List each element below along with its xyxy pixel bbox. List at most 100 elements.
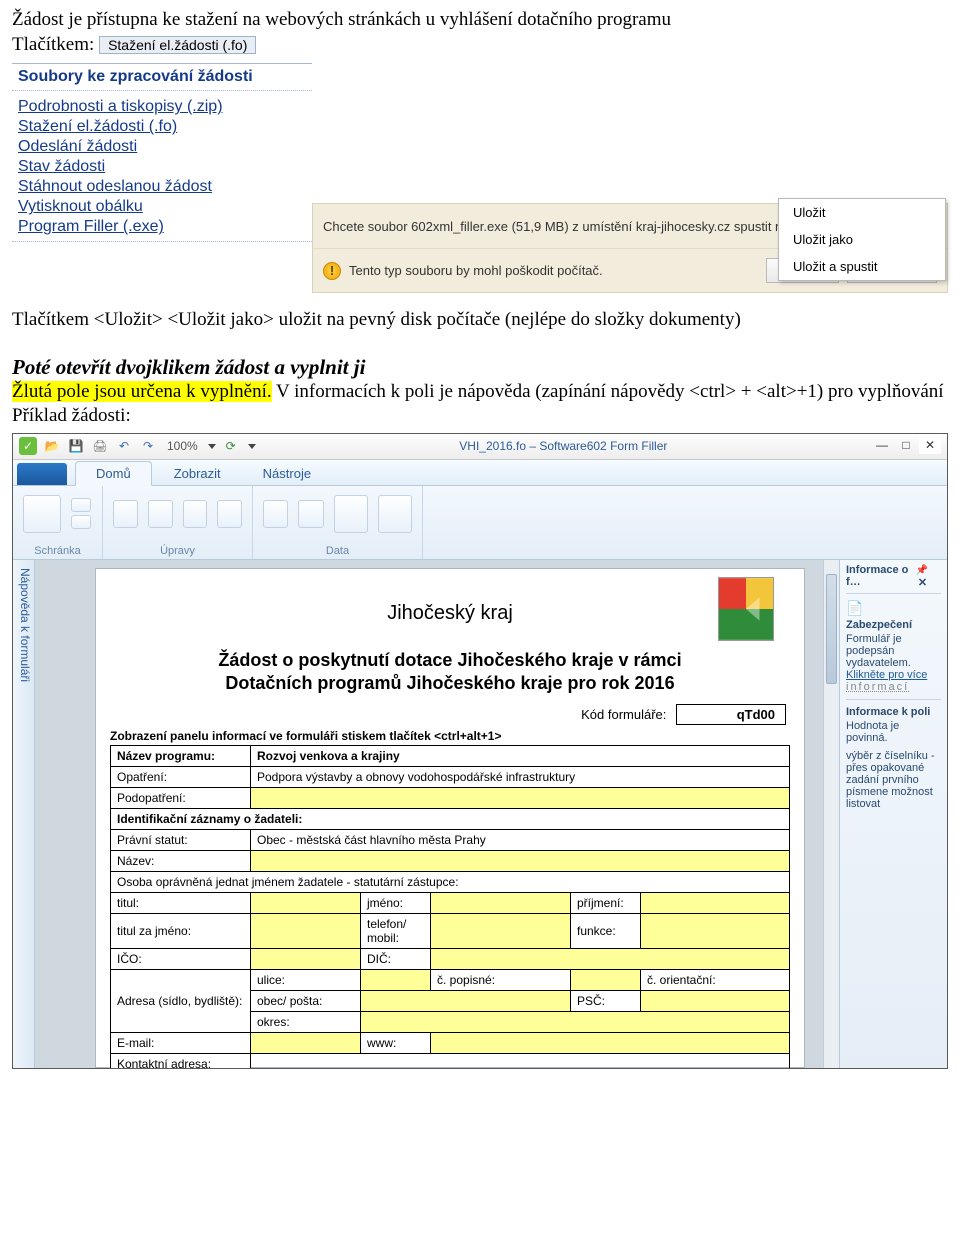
zoom-value[interactable]: 100% — [167, 439, 198, 453]
info-panel-title: Informace o f… — [846, 564, 916, 588]
val-opatreni: Podpora výstavby a obnovy vodohospodářsk… — [251, 766, 790, 787]
lbl-ico: IČO: — [111, 948, 251, 969]
field-okres[interactable] — [361, 1011, 790, 1032]
table-row: E-mail: www: — [111, 1032, 790, 1053]
field-jmeno[interactable] — [431, 892, 571, 913]
zoom-caret-icon[interactable] — [208, 444, 216, 449]
field-info-hint: výběr z číselníku - přes opakované zadán… — [846, 750, 941, 810]
group-clipboard-label: Schránka — [23, 545, 92, 557]
panel-close-icon[interactable]: ✕ — [916, 577, 929, 589]
form-filler-window: ✓ 📂 💾 🖨 ↶ ↷ 100% ⟳ VHI_2016.fo – Softwar… — [12, 433, 948, 1069]
find-icon[interactable] — [113, 500, 138, 528]
field-ico[interactable] — [251, 948, 361, 969]
spellcheck-icon[interactable] — [217, 500, 242, 528]
lbl-www: www: — [361, 1032, 431, 1053]
field-www[interactable] — [431, 1032, 790, 1053]
paste-icon[interactable] — [23, 495, 61, 533]
validate-icon[interactable] — [378, 495, 412, 533]
download-bar-warning: Tento typ souboru by mohl poškodit počít… — [349, 263, 758, 278]
field-funkce[interactable] — [641, 913, 790, 948]
form-table: Název programu:Rozvoj venkova a krajiny … — [110, 745, 790, 1068]
field-kontakt[interactable] — [251, 1053, 790, 1068]
lbl-psc: PSČ: — [571, 990, 641, 1011]
qat-print-icon[interactable]: 🖨 — [91, 437, 109, 455]
document-viewport[interactable]: Jihočeský kraj Žádost o — [35, 560, 823, 1068]
lbl-dic: DIČ: — [361, 948, 431, 969]
window-minimize-button[interactable]: — — [871, 438, 893, 454]
lbl-email: E-mail: — [111, 1032, 251, 1053]
cut-icon[interactable] — [71, 498, 91, 512]
section-identifikace: Identifikační záznamy o žadateli: — [111, 808, 790, 829]
security-more-dots: informací — [846, 681, 941, 693]
link-stav[interactable]: Stav žádosti — [18, 157, 306, 177]
data-receive-icon[interactable] — [298, 500, 323, 528]
field-cpopisne[interactable] — [571, 969, 641, 990]
qat-save-icon[interactable]: 💾 — [67, 437, 85, 455]
qat-open-icon[interactable]: 📂 — [43, 437, 61, 455]
copy-icon[interactable] — [71, 515, 91, 529]
field-psc[interactable] — [641, 990, 790, 1011]
field-ulice[interactable] — [361, 969, 431, 990]
link-podrobnosti[interactable]: Podrobnosti a tiskopisy (.zip) — [18, 97, 306, 117]
window-maximize-button[interactable]: □ — [895, 438, 917, 454]
select-icon[interactable] — [183, 500, 208, 528]
link-program-filler[interactable]: Program Filler (.exe) — [18, 217, 306, 237]
field-prijmeni[interactable] — [641, 892, 790, 913]
link-vytisknout-obalku[interactable]: Vytisknout obálku — [18, 197, 306, 217]
replace-icon[interactable] — [148, 500, 173, 528]
save-menu-ulozit[interactable]: Uložit — [779, 199, 945, 226]
window-close-button[interactable]: ✕ — [919, 438, 941, 454]
tab-zobrazit[interactable]: Zobrazit — [154, 462, 241, 485]
data-send-icon[interactable] — [263, 500, 288, 528]
pin-icon[interactable]: 📌 — [916, 565, 928, 576]
security-heading: Zabezpečení — [846, 619, 941, 631]
field-obec[interactable] — [361, 990, 571, 1011]
field-nazev[interactable] — [251, 850, 790, 871]
val-pravni-statut: Obec - městská část hlavního města Prahy — [251, 829, 790, 850]
form-panel-hint: Zobrazení panelu informací ve formuláři … — [110, 729, 790, 743]
save-menu-ulozit-spustit[interactable]: Uložit a spustit — [779, 253, 945, 280]
field-info-required: Hodnota je povinná. — [846, 720, 941, 744]
table-row: Kontaktní adresa: — [111, 1053, 790, 1068]
lbl-jmeno: jméno: — [361, 892, 431, 913]
table-row: IČO: DIČ: — [111, 948, 790, 969]
field-telefon[interactable] — [431, 913, 571, 948]
lbl-corientacni: č. orientační: — [641, 969, 790, 990]
field-dic[interactable] — [431, 948, 790, 969]
table-row: Název programu:Rozvoj venkova a krajiny — [111, 745, 790, 766]
link-stazeni-fo[interactable]: Stažení el.žádosti (.fo) — [18, 117, 306, 137]
sidebar-help-tab[interactable]: Nápověda k formuláři — [13, 560, 35, 1068]
vertical-scrollbar[interactable] — [823, 560, 839, 1068]
qat-more-caret-icon[interactable] — [248, 444, 256, 449]
link-stahnout-odeslanou[interactable]: Stáhnout odeslanou žádost — [18, 177, 306, 197]
save-menu-ulozit-jako[interactable]: Uložit jako — [779, 226, 945, 253]
security-more-link[interactable]: Klikněte pro více — [846, 669, 941, 681]
file-tab[interactable] — [17, 463, 67, 485]
lbl-podopatreni: Podopatření: — [111, 787, 251, 808]
inline-download-button-label: Stažení el.žádosti (.fo) — [99, 36, 256, 54]
qat-refresh-icon[interactable]: ⟳ — [222, 437, 240, 455]
form-code-label: Kód formuláře: — [581, 707, 666, 722]
lbl-cpopisne: č. popisné: — [431, 969, 571, 990]
scroll-thumb[interactable] — [826, 574, 837, 684]
table-row: Podopatření: — [111, 787, 790, 808]
qat-check-icon[interactable]: ✓ — [19, 437, 37, 455]
table-row: Název: — [111, 850, 790, 871]
field-titul-za[interactable] — [251, 913, 361, 948]
tab-domu[interactable]: Domů — [75, 461, 152, 486]
link-odeslani[interactable]: Odeslání žádosti — [18, 137, 306, 157]
table-row: Identifikační záznamy o žadateli: — [111, 808, 790, 829]
qat-undo-icon[interactable]: ↶ — [115, 437, 133, 455]
form-page: Jihočeský kraj Žádost o — [95, 568, 805, 1068]
qat-redo-icon[interactable]: ↷ — [139, 437, 157, 455]
field-email[interactable] — [251, 1032, 361, 1053]
lbl-funkce: funkce: — [571, 913, 641, 948]
tab-nastroje[interactable]: Nástroje — [243, 462, 331, 485]
calculator-icon[interactable] — [334, 495, 368, 533]
field-podopatreni[interactable] — [251, 787, 790, 808]
form-region-name: Jihočeský kraj — [387, 602, 513, 625]
links-panel-title: Soubory ke zpracování žádosti — [12, 63, 312, 91]
field-info-heading: Informace k poli — [846, 706, 941, 718]
lbl-titul-za: titul za jméno: — [111, 913, 251, 948]
field-titul[interactable] — [251, 892, 361, 913]
